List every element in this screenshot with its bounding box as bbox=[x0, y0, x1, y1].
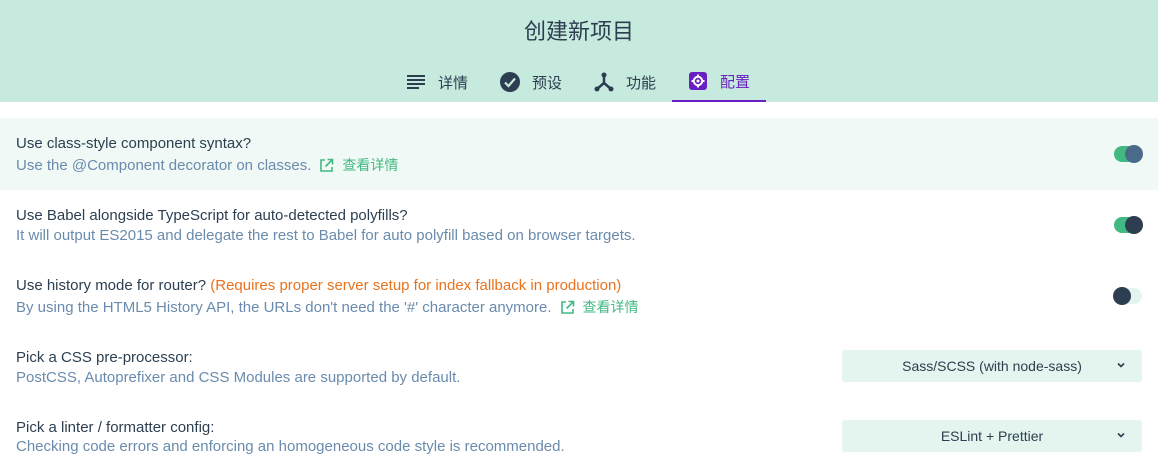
tab-bar: 详情 预设 功能 配置 bbox=[390, 62, 767, 102]
external-link-icon bbox=[320, 158, 334, 172]
tab-details[interactable]: 详情 bbox=[390, 62, 484, 102]
tab-label: 配置 bbox=[720, 72, 751, 91]
more-info-link[interactable]: 查看详情 bbox=[319, 155, 398, 175]
option-question: Use Babel alongside TypeScript for auto-… bbox=[16, 207, 408, 224]
option-description-text: Checking code errors and enforcing an ho… bbox=[16, 438, 565, 455]
select-value: Sass/SCSS (with node-sass) bbox=[902, 358, 1082, 374]
fork-icon bbox=[594, 72, 614, 92]
toggle-knob bbox=[1125, 145, 1143, 163]
select-value: ESLint + Prettier bbox=[940, 428, 1044, 444]
option-description-text: Use the @Component decorator on classes. bbox=[16, 156, 312, 174]
linter-select[interactable]: ESLint + Prettier bbox=[842, 420, 1142, 452]
gear-icon bbox=[688, 71, 708, 91]
chevron-down-icon bbox=[1117, 432, 1125, 438]
option-question: Use history mode for router? (Requires p… bbox=[16, 277, 622, 294]
history-mode-toggle[interactable] bbox=[1113, 287, 1142, 305]
option-class-style: Use class-style component syntax? Use th… bbox=[0, 118, 1158, 190]
babel-toggle[interactable] bbox=[1114, 216, 1143, 234]
css-preprocessor-select[interactable]: Sass/SCSS (with node-sass) bbox=[842, 350, 1142, 382]
option-description-text: PostCSS, Autoprefixer and CSS Modules ar… bbox=[16, 369, 461, 386]
option-description-text: It will output ES2015 and delegate the r… bbox=[16, 227, 636, 244]
tab-config[interactable]: 配置 bbox=[672, 62, 767, 102]
toggle-knob bbox=[1113, 287, 1131, 305]
option-css-preprocessor: Pick a CSS pre-processor: PostCSS, Autop… bbox=[0, 330, 1158, 400]
option-history-mode: Use history mode for router? (Requires p… bbox=[0, 260, 1158, 330]
tab-label: 详情 bbox=[438, 73, 469, 92]
option-question: Pick a linter / formatter config: bbox=[16, 419, 215, 436]
tab-presets[interactable]: 预设 bbox=[484, 62, 578, 102]
external-link-icon bbox=[560, 300, 574, 314]
option-description: It will output ES2015 and delegate the r… bbox=[16, 227, 636, 244]
page-title: 创建新项目 bbox=[523, 20, 634, 45]
option-description: PostCSS, Autoprefixer and CSS Modules ar… bbox=[16, 369, 460, 386]
option-linter: Pick a linter / formatter config: Checki… bbox=[0, 400, 1158, 473]
chevron-down-icon bbox=[1117, 362, 1125, 368]
toggle-knob bbox=[1125, 216, 1143, 234]
option-question: Pick a CSS pre-processor: bbox=[16, 349, 193, 366]
list-icon bbox=[406, 72, 426, 92]
tab-label: 功能 bbox=[626, 73, 657, 92]
option-question: Use class-style component syntax? bbox=[16, 135, 252, 152]
class-style-toggle[interactable] bbox=[1114, 145, 1143, 163]
check-circle-icon bbox=[500, 72, 521, 92]
more-info-link[interactable]: 查看详情 bbox=[560, 297, 639, 317]
option-description: Use the @Component decorator on classes.… bbox=[16, 155, 398, 175]
option-description: By using the HTML5 History API, the URLs… bbox=[16, 297, 639, 317]
option-babel: Use Babel alongside TypeScript for auto-… bbox=[0, 190, 1158, 260]
tab-label: 预设 bbox=[532, 73, 563, 92]
header: 创建新项目 详情 预设 功能 配置 bbox=[0, 0, 1158, 102]
warning-text: (Requires proper server setup for index … bbox=[210, 277, 622, 294]
option-description: Checking code errors and enforcing an ho… bbox=[16, 438, 565, 455]
option-description-text: By using the HTML5 History API, the URLs… bbox=[16, 298, 552, 316]
tab-features[interactable]: 功能 bbox=[578, 62, 672, 102]
